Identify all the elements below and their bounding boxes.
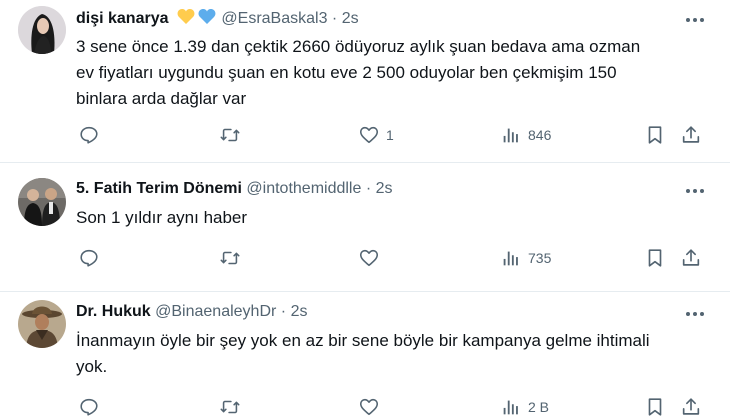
bookmark-button[interactable] xyxy=(644,394,666,420)
reply-icon xyxy=(80,249,98,267)
retweet-button[interactable] xyxy=(219,245,247,271)
heart-icon xyxy=(359,249,379,267)
tweet-header: dişi kanarya @EsraBaskal3 · 2s xyxy=(76,8,359,29)
more-icon[interactable] xyxy=(680,181,710,201)
reply-button[interactable] xyxy=(78,122,106,148)
avatar[interactable] xyxy=(18,178,66,226)
avatar[interactable] xyxy=(18,300,66,348)
timestamp[interactable]: 2s xyxy=(376,180,393,197)
tweet-header: Dr. Hukuk @BinaenaleyhDr · 2s xyxy=(76,302,307,322)
views-icon xyxy=(503,128,518,143)
retweet-icon xyxy=(220,128,240,142)
views-button[interactable]: 2 B xyxy=(500,394,549,420)
share-icon xyxy=(682,398,700,415)
more-icon[interactable] xyxy=(680,10,710,30)
views-count: 2 B xyxy=(528,399,550,415)
display-name[interactable]: 5. Fatih Terim Dönemi xyxy=(76,180,242,197)
tweet-text-line: ev fiyatları uygundu şuan en kotu eve 2 … xyxy=(76,63,617,82)
action-bar: 1 846 xyxy=(76,122,716,148)
share-button[interactable] xyxy=(680,394,702,420)
bookmark-button[interactable] xyxy=(644,122,666,148)
tweet-text-line: 3 sene önce 1.39 dan çektik 2660 ödüyoru… xyxy=(76,37,641,56)
heart-icon xyxy=(359,398,379,416)
like-button[interactable]: 1 xyxy=(358,122,394,148)
share-icon xyxy=(682,249,700,266)
bookmark-icon xyxy=(648,398,662,416)
reply-icon xyxy=(80,398,98,416)
bookmark-icon xyxy=(648,126,662,144)
handle[interactable]: @intothemiddlle xyxy=(246,180,361,197)
reply-button[interactable] xyxy=(78,245,106,271)
tweet-1[interactable]: dişi kanarya @EsraBaskal3 · 2s 3 sene ön… xyxy=(0,0,730,162)
display-name[interactable]: dişi kanarya xyxy=(76,10,169,27)
handle[interactable]: @BinaenaleyhDr xyxy=(155,303,276,320)
like-count: 1 xyxy=(386,127,394,143)
avatar[interactable] xyxy=(18,6,66,54)
views-icon xyxy=(503,400,518,415)
more-icon[interactable] xyxy=(680,304,710,324)
tweet-text-line: Son 1 yıldır aynı haber xyxy=(76,208,248,227)
bookmark-icon xyxy=(648,249,662,267)
timestamp[interactable]: 2s xyxy=(342,10,359,27)
retweet-icon xyxy=(220,400,240,414)
views-button[interactable]: 846 xyxy=(500,122,551,148)
retweet-button[interactable] xyxy=(219,394,247,420)
tweet-text: Son 1 yıldır aynı haber xyxy=(76,205,686,231)
separator-dot: · xyxy=(365,180,372,197)
reply-icon xyxy=(80,126,98,144)
bookmark-button[interactable] xyxy=(644,245,666,271)
tweet-text-line: binlara arda dağlar var xyxy=(76,89,247,108)
display-name[interactable]: Dr. Hukuk xyxy=(76,303,151,320)
share-button[interactable] xyxy=(680,122,702,148)
heart-icon xyxy=(359,126,379,144)
tweet-2[interactable]: 5. Fatih Terim Dönemi @intothemiddlle · … xyxy=(0,163,730,291)
action-bar: 735 xyxy=(76,245,716,271)
handle[interactable]: @EsraBaskal3 xyxy=(221,10,327,27)
views-button[interactable]: 735 xyxy=(500,245,551,271)
heart-emoji xyxy=(173,9,221,27)
views-icon xyxy=(503,251,518,266)
like-button[interactable] xyxy=(358,394,386,420)
like-button[interactable] xyxy=(358,245,386,271)
action-bar: 2 B xyxy=(76,394,716,420)
tweet-text-line: İnanmayın öyle bir şey yok en az bir sen… xyxy=(76,331,650,350)
views-count: 846 xyxy=(528,127,552,143)
share-button[interactable] xyxy=(680,245,702,271)
retweet-icon xyxy=(220,251,240,265)
reply-button[interactable] xyxy=(78,394,106,420)
tweet-text: 3 sene önce 1.39 dan çektik 2660 ödüyoru… xyxy=(76,34,686,112)
tweet-text-line: yok. xyxy=(76,357,108,376)
share-icon xyxy=(682,126,700,143)
views-count: 735 xyxy=(528,250,552,266)
separator-dot: · xyxy=(280,303,287,320)
tweet-header: 5. Fatih Terim Dönemi @intothemiddlle · … xyxy=(76,179,393,199)
tweet-3[interactable]: Dr. Hukuk @BinaenaleyhDr · 2s İnanmayın … xyxy=(0,292,730,420)
timestamp[interactable]: 2s xyxy=(291,303,308,320)
tweet-text: İnanmayın öyle bir şey yok en az bir sen… xyxy=(76,328,686,380)
separator-dot: · xyxy=(331,10,338,27)
retweet-button[interactable] xyxy=(219,122,247,148)
